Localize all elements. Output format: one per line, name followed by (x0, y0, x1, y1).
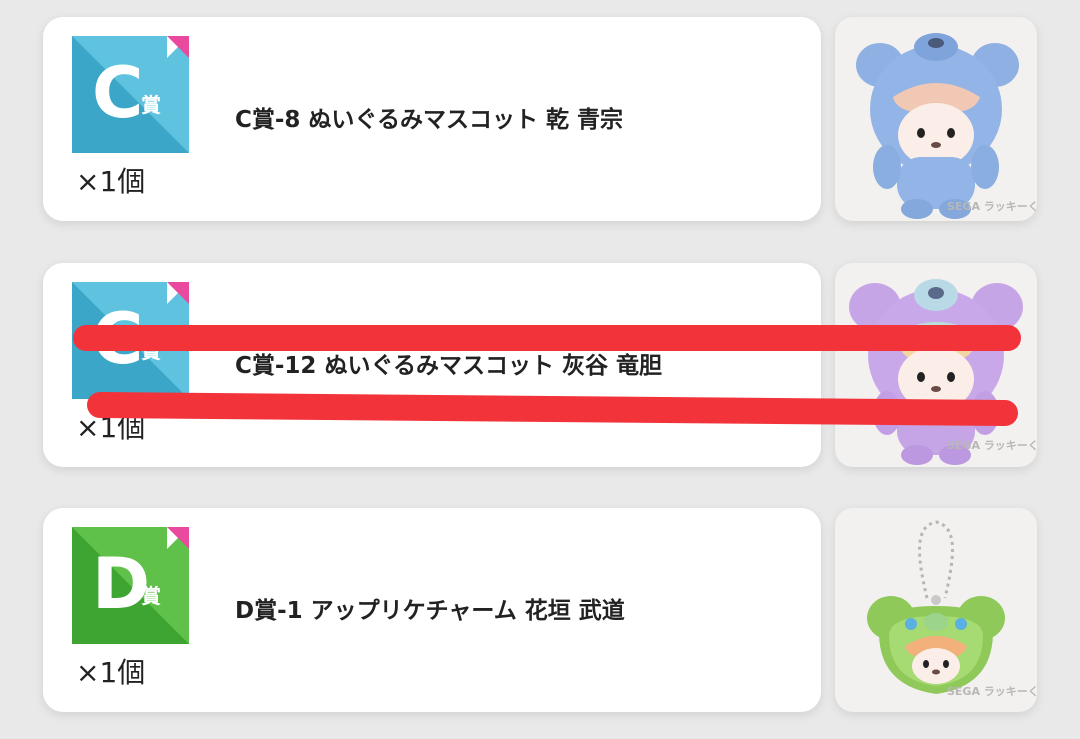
prize-card[interactable]: D 賞 D賞-1 アップリケチャーム 花垣 武道 ×1個 (43, 508, 821, 712)
prize-quantity: ×1個 (76, 656, 146, 689)
watermark: SEGA ラッキーくじ (947, 685, 1037, 698)
prize-row[interactable]: C 賞 C賞-8 ぬいぐるみマスコット 乾 青宗 ×1個 SEGA ラッキーくじ (0, 17, 1080, 221)
prize-card[interactable]: C 賞 C賞-12 ぬいぐるみマスコット 灰谷 竜胆 ×1個 (43, 263, 821, 467)
grade-letter: C (92, 298, 144, 380)
prize-image[interactable]: SEGA ラッキーくじ (835, 17, 1037, 221)
prize-title: C賞-12 ぬいぐるみマスコット 灰谷 竜胆 (235, 353, 662, 379)
prize-row[interactable]: C 賞 C賞-12 ぬいぐるみマスコット 灰谷 竜胆 ×1個 SEGA ラッキー… (0, 263, 1080, 467)
prize-image[interactable]: SEGA ラッキーくじ (835, 263, 1037, 467)
prize-title: C賞-8 ぬいぐるみマスコット 乾 青宗 (235, 107, 623, 133)
prize-grade-badge: D 賞 (72, 527, 189, 644)
prize-grade-badge: C 賞 (72, 282, 189, 399)
grade-suffix: 賞 (141, 584, 161, 608)
prize-card[interactable]: C 賞 C賞-8 ぬいぐるみマスコット 乾 青宗 ×1個 (43, 17, 821, 221)
blue-bear-plush-mascot-icon: SEGA ラッキーくじ (856, 33, 1037, 219)
grade-letter: C (92, 52, 144, 134)
watermark: SEGA ラッキーくじ (947, 439, 1037, 452)
watermark: SEGA ラッキーくじ (947, 200, 1037, 213)
prize-row[interactable]: D 賞 D賞-1 アップリケチャーム 花垣 武道 ×1個 SEGA ラッキーくじ (0, 508, 1080, 712)
grade-suffix: 賞 (141, 93, 161, 117)
prize-quantity: ×1個 (76, 411, 146, 444)
prize-title: D賞-1 アップリケチャーム 花垣 武道 (235, 598, 625, 624)
prize-grade-badge: C 賞 (72, 36, 189, 153)
purple-bear-plush-mascot-icon: SEGA ラッキーくじ (849, 279, 1037, 465)
green-bear-applique-charm-icon: SEGA ラッキーくじ (867, 520, 1037, 698)
prize-quantity: ×1個 (76, 165, 146, 198)
grade-suffix: 賞 (141, 339, 161, 363)
prize-image[interactable]: SEGA ラッキーくじ (835, 508, 1037, 712)
